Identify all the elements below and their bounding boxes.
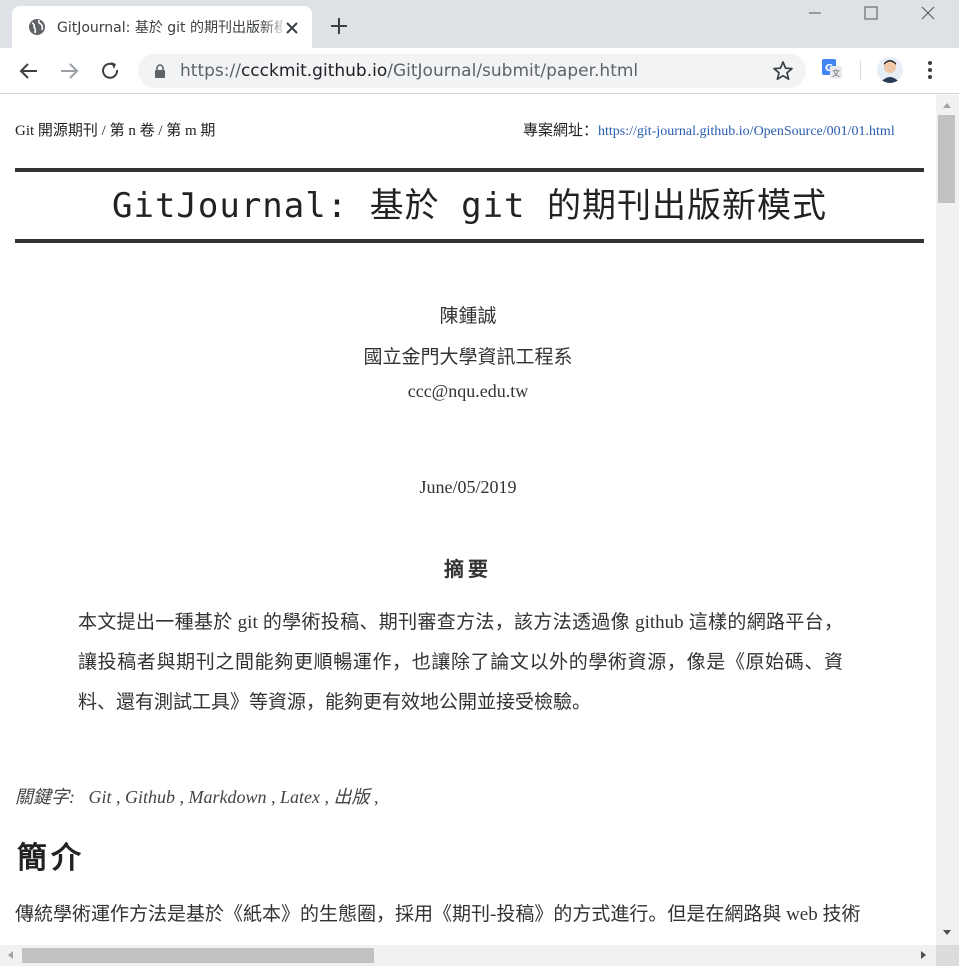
scroll-down-icon[interactable]: [941, 927, 953, 939]
plus-icon[interactable]: [328, 15, 350, 37]
intro-heading: 簡介: [17, 842, 85, 875]
vertical-scroll-thumb[interactable]: [938, 115, 955, 203]
more-icon[interactable]: [920, 58, 940, 82]
journal-issue: Git 開源期刊 / 第 n 卷 / 第 m 期: [15, 123, 216, 139]
vertical-scrollbar[interactable]: [936, 95, 959, 945]
author-email: ccc@nqu.edu.tw: [407, 381, 529, 401]
maximize-icon[interactable]: [843, 0, 899, 30]
page-title: GitJournal: 基於 git 的期刊出版新模式: [112, 186, 827, 226]
title-rule-top: [15, 168, 924, 172]
svg-text:文: 文: [832, 68, 840, 78]
author-name: 陳鍾誠: [439, 306, 497, 327]
window-close-icon[interactable]: [900, 0, 956, 30]
project-url-link[interactable]: https://git-journal.github.io/OpenSource…: [598, 124, 895, 139]
page-viewport: Git 開源期刊 / 第 n 卷 / 第 m 期 專案網址：https://gi…: [0, 95, 936, 945]
project-url: 專案網址：https://git-journal.github.io/OpenS…: [523, 123, 895, 139]
url-text[interactable]: https://ccckmit.github.io/GitJournal/sub…: [180, 60, 638, 82]
author-affiliation: 國立金門大學資訊工程系: [363, 347, 573, 368]
star-icon[interactable]: [772, 60, 794, 82]
browser-tab[interactable]: GitJournal: 基於 git 的期刊出版新模式: [12, 6, 312, 48]
reload-icon[interactable]: [97, 58, 123, 84]
keywords: 關鍵字: Git , Github , Markdown , Latex , 出…: [15, 787, 379, 807]
avatar[interactable]: [877, 57, 903, 83]
tab-title: GitJournal: 基於 git 的期刊出版新模式: [57, 20, 282, 36]
close-icon[interactable]: [282, 18, 302, 38]
address-bar[interactable]: https://ccckmit.github.io/GitJournal/sub…: [138, 54, 806, 88]
horizontal-scrollbar[interactable]: [0, 945, 936, 966]
scroll-right-icon[interactable]: [918, 949, 930, 961]
back-icon[interactable]: [16, 58, 42, 84]
abstract-text: 本文提出一種基於 git 的學術投稿、期刊審查方法，該方法透過像 github …: [78, 612, 843, 713]
globe-icon: [29, 19, 45, 35]
translate-icon[interactable]: G 文: [821, 58, 843, 80]
browser-toolbar: https://ccckmit.github.io/GitJournal/sub…: [0, 48, 959, 94]
minimize-icon[interactable]: [787, 0, 843, 30]
lock-icon[interactable]: [154, 64, 166, 78]
scroll-left-icon[interactable]: [4, 949, 16, 961]
tab-strip: GitJournal: 基於 git 的期刊出版新模式: [0, 0, 959, 48]
forward-icon[interactable]: [56, 58, 82, 84]
paper-date: June/05/2019: [419, 477, 517, 497]
horizontal-scroll-thumb[interactable]: [22, 948, 374, 963]
title-rule-bottom: [15, 239, 924, 243]
scroll-up-icon[interactable]: [941, 99, 953, 111]
intro-paragraph: 傳統學術運作方法是基於《紙本》的生態圈，採用《期刊-投稿》的方式進行。但是在網路…: [15, 904, 861, 925]
abstract-title: 摘要: [444, 559, 492, 581]
